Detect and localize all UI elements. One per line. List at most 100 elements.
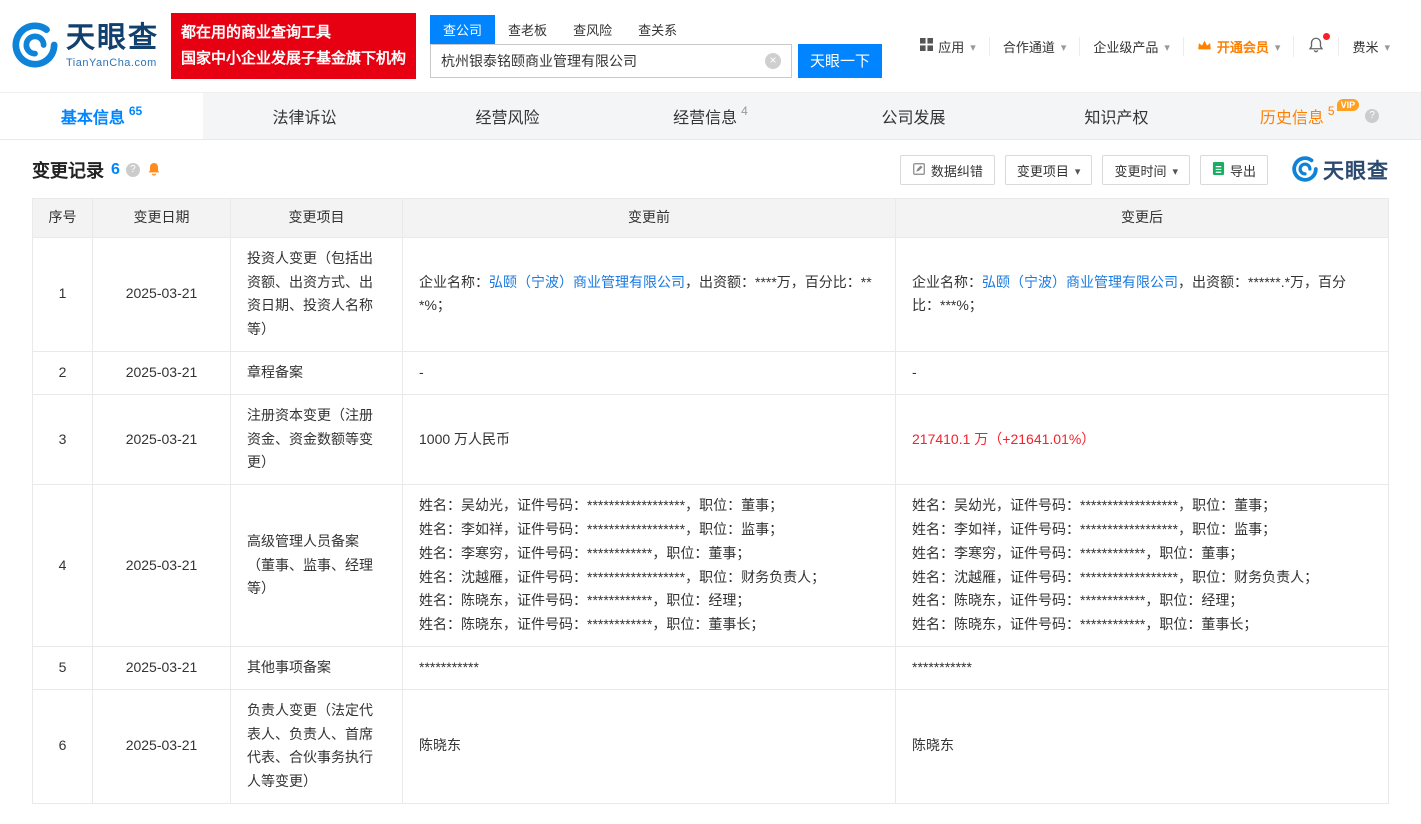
- tab-legal[interactable]: 法律诉讼: [203, 93, 406, 139]
- filter-change-item-button[interactable]: 变更项目: [1005, 155, 1093, 185]
- cell-before: 姓名：吴幼光，证件号码：******************，职位：董事； 姓名…: [403, 485, 896, 647]
- table-row: 1 2025-03-21 投资人变更（包括出资额、出资方式、出资日期、投资人名称…: [33, 237, 1389, 351]
- site-header: 天眼查 TianYanCha.com 都在用的商业查询工具 国家中小企业发展子基…: [0, 0, 1421, 92]
- cell-change-item: 其他事项备案: [231, 646, 403, 689]
- nav-user[interactable]: 费米: [1338, 37, 1403, 56]
- table-row: 3 2025-03-21 注册资本变更（注册资金、资金数额等变更） 1000 万…: [33, 394, 1389, 484]
- cell-seq: 1: [33, 237, 93, 351]
- export-excel-icon: [1212, 161, 1225, 179]
- caret-down-icon: [1171, 163, 1178, 178]
- company-link[interactable]: 弘颐（宁波）商业管理有限公司: [982, 274, 1178, 290]
- nav-notifications[interactable]: [1293, 36, 1338, 57]
- nav-vip[interactable]: 开通会员: [1183, 37, 1294, 56]
- search-button[interactable]: 天眼一下: [798, 44, 882, 78]
- logo-subtitle: TianYanCha.com: [66, 57, 159, 69]
- cell-date: 2025-03-21: [93, 485, 231, 647]
- tab-label: 经营信息: [673, 104, 737, 128]
- search-tab-boss[interactable]: 查老板: [495, 15, 560, 44]
- crown-icon: [1197, 39, 1212, 54]
- search-tab-company[interactable]: 查公司: [430, 15, 495, 44]
- cell-before: -: [403, 351, 896, 394]
- search-tab-relation[interactable]: 查关系: [625, 15, 690, 44]
- watermark-label: 天眼查: [1323, 155, 1389, 185]
- before-text: 企业名称：: [419, 274, 489, 290]
- cell-change-item: 投资人变更（包括出资额、出资方式、出资日期、投资人名称等）: [231, 237, 403, 351]
- cell-before: 陈晓东: [403, 689, 896, 803]
- nav-partner[interactable]: 合作通道: [989, 37, 1080, 56]
- cell-before: ***********: [403, 646, 896, 689]
- col-header-date: 变更日期: [93, 199, 231, 238]
- tab-label: 公司发展: [881, 104, 945, 128]
- tianyancha-watermark: 天眼查: [1292, 155, 1389, 185]
- col-header-after: 变更后: [896, 199, 1389, 238]
- change-record-header: 变更记录 6 ? 数据纠错 变更项目 变更时间 导出: [0, 140, 1421, 196]
- search-tab-risk[interactable]: 查风险: [560, 15, 625, 44]
- cell-seq: 3: [33, 394, 93, 484]
- caret-down-icon: [1383, 39, 1390, 54]
- search-input-wrap: ×: [430, 44, 792, 78]
- table-row: 4 2025-03-21 高级管理人员备案（董事、监事、经理等） 姓名：吴幼光，…: [33, 485, 1389, 647]
- page-tab-bar: 基本信息 65 法律诉讼 经营风险 经营信息 4 公司发展 知识产权 历史信息 …: [0, 92, 1421, 140]
- data-correction-button[interactable]: 数据纠错: [900, 155, 995, 185]
- cell-change-item: 注册资本变更（注册资金、资金数额等变更）: [231, 394, 403, 484]
- logo-title: 天眼查: [66, 24, 159, 53]
- top-nav: 应用 合作通道 企业级产品 开通会员 费米: [907, 36, 1403, 57]
- caret-down-icon: [1274, 39, 1281, 54]
- tab-label: 经营风险: [475, 104, 539, 128]
- export-label: 导出: [1230, 161, 1256, 180]
- tab-count: 65: [129, 104, 142, 118]
- tab-company-development[interactable]: 公司发展: [812, 93, 1015, 139]
- cell-change-item: 高级管理人员备案（董事、监事、经理等）: [231, 485, 403, 647]
- change-record-table: 序号 变更日期 变更项目 变更前 变更后 1 2025-03-21 投资人变更（…: [32, 198, 1389, 804]
- question-icon[interactable]: ?: [126, 163, 140, 177]
- cell-seq: 5: [33, 646, 93, 689]
- cell-after: 姓名：吴幼光，证件号码：******************，职位：董事； 姓名…: [896, 485, 1389, 647]
- tianyancha-logo[interactable]: 天眼查 TianYanCha.com: [12, 22, 159, 71]
- col-header-seq: 序号: [33, 199, 93, 238]
- cell-change-item: 章程备案: [231, 351, 403, 394]
- caret-down-icon: [1074, 163, 1081, 178]
- tab-operating-info[interactable]: 经营信息 4: [609, 93, 812, 139]
- company-link[interactable]: 弘颐（宁波）商业管理有限公司: [489, 274, 685, 290]
- cell-after: 陈晓东: [896, 689, 1389, 803]
- nav-vip-label: 开通会员: [1217, 37, 1269, 56]
- question-icon[interactable]: ?: [1365, 109, 1379, 123]
- cell-seq: 2: [33, 351, 93, 394]
- slogan-line1: 都在用的商业查询工具: [181, 20, 406, 46]
- table-row: 6 2025-03-21 负责人变更（法定代表人、负责人、首席代表、合伙事务执行…: [33, 689, 1389, 803]
- brand-slogan: 都在用的商业查询工具 国家中小企业发展子基金旗下机构: [171, 13, 416, 80]
- clear-icon[interactable]: ×: [765, 53, 781, 69]
- cell-after: -: [896, 351, 1389, 394]
- cell-after: 企业名称：弘颐（宁波）商业管理有限公司，出资额：******.*万，百分比：**…: [896, 237, 1389, 351]
- col-header-before: 变更前: [403, 199, 896, 238]
- tab-basic-info[interactable]: 基本信息 65: [0, 93, 203, 139]
- search-input[interactable]: [431, 45, 765, 77]
- tab-label: 基本信息: [61, 104, 125, 128]
- correction-label: 数据纠错: [931, 161, 983, 180]
- notification-dot: [1323, 33, 1330, 40]
- tab-intellectual-property[interactable]: 知识产权: [1015, 93, 1218, 139]
- filter-item-label: 变更项目: [1017, 161, 1069, 180]
- nav-apps[interactable]: 应用: [907, 37, 989, 56]
- table-row: 5 2025-03-21 其他事项备案 *********** ********…: [33, 646, 1389, 689]
- cell-date: 2025-03-21: [93, 351, 231, 394]
- filter-change-time-button[interactable]: 变更时间: [1102, 155, 1190, 185]
- tab-label: 法律诉讼: [272, 104, 336, 128]
- subscribe-bell-icon[interactable]: [146, 161, 162, 180]
- cell-after: ***********: [896, 646, 1389, 689]
- search-area: 查公司 查老板 查风险 查关系 × 天眼一下: [430, 15, 882, 78]
- tab-history-info[interactable]: 历史信息 5 VIP ?: [1218, 93, 1421, 139]
- search-tabs: 查公司 查老板 查风险 查关系: [430, 15, 882, 44]
- export-button[interactable]: 导出: [1200, 155, 1268, 185]
- table-row: 2 2025-03-21 章程备案 - -: [33, 351, 1389, 394]
- caret-down-icon: [1060, 39, 1067, 54]
- cell-date: 2025-03-21: [93, 394, 231, 484]
- tab-operating-risk[interactable]: 经营风险: [406, 93, 609, 139]
- tab-count: 4: [741, 104, 748, 118]
- apps-grid-icon: [920, 38, 933, 54]
- correction-icon: [912, 162, 926, 179]
- caret-down-icon: [969, 39, 976, 54]
- slogan-line2: 国家中小企业发展子基金旗下机构: [181, 46, 406, 72]
- cell-after-capital-increase: 217410.1 万（+21641.01%）: [896, 394, 1389, 484]
- nav-enterprise[interactable]: 企业级产品: [1079, 37, 1183, 56]
